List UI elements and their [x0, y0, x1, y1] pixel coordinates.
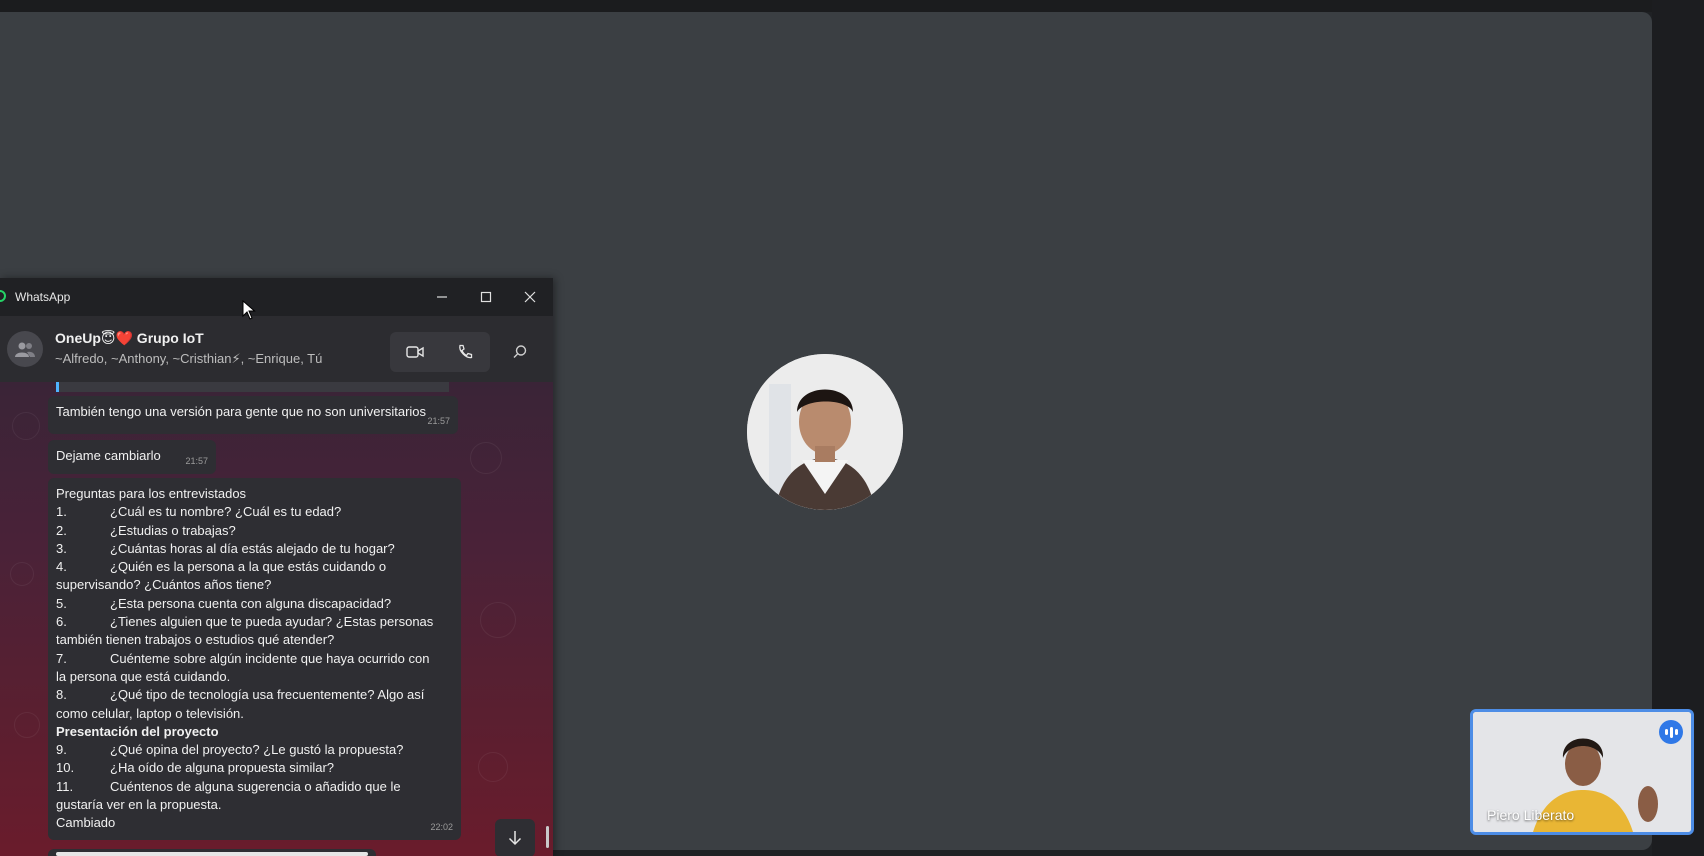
search-icon	[513, 345, 527, 358]
arrow-down-icon	[508, 831, 522, 846]
message-bubble[interactable]: Dejame cambiarlo 21:57	[48, 440, 216, 474]
search-button[interactable]	[500, 332, 540, 372]
question-item: 5. ¿Esta persona cuenta con alguna discap…	[56, 595, 392, 611]
app-title: WhatsApp	[15, 290, 71, 304]
whatsapp-titlebar[interactable]: WhatsApp	[0, 278, 553, 316]
video-call-icon	[406, 346, 424, 358]
whatsapp-logo-icon	[0, 290, 6, 302]
chat-title[interactable]: OneUp😇❤️ Grupo IoT	[55, 330, 204, 347]
quoted-message-preview	[56, 382, 449, 392]
participant-avatar[interactable]	[747, 354, 903, 510]
close-button[interactable]	[510, 284, 550, 310]
section-title: Presentación del proyecto	[56, 723, 219, 739]
question-item: 6. ¿Tienes alguien que te pueda ayudar? ¿…	[56, 614, 434, 630]
self-video-tile[interactable]: Piero Liberato	[1470, 709, 1694, 835]
voice-call-icon	[459, 344, 473, 359]
question-item: 7. Cuénteme sobre algún incidente que hay…	[56, 650, 430, 666]
chat-members[interactable]: ~Alfredo, ~Anthony, ~Cristhian⚡, ~Enriqu…	[55, 351, 322, 367]
question-item: 4. ¿Quién es la persona a la que estás cu…	[56, 559, 387, 575]
top-bar	[0, 0, 1704, 12]
message-text: También tengo una versión para gente que…	[56, 404, 427, 419]
message-heading: Preguntas para los entrevistados	[56, 486, 247, 501]
question-item-continued: gustaría ver en la propuesta.	[56, 797, 222, 813]
next-message-preview	[48, 849, 376, 856]
scroll-down-button[interactable]	[495, 819, 535, 856]
mouse-cursor-icon	[242, 300, 256, 320]
participant-photo	[747, 354, 903, 510]
call-buttons	[390, 332, 490, 372]
message-time: 21:57	[185, 455, 208, 466]
self-name-label: Piero Liberato	[1487, 807, 1575, 823]
question-item: 3. ¿Cuántas horas al día estás alejado de…	[56, 540, 395, 556]
chat-header[interactable]: OneUp😇❤️ Grupo IoT ~Alfredo, ~Anthony, ~…	[0, 316, 553, 382]
chat-messages-area[interactable]: También tengo una versión para gente que…	[0, 382, 553, 856]
maximize-button[interactable]	[466, 284, 506, 310]
message-bubble[interactable]: También tengo una versión para gente que…	[48, 396, 458, 434]
question-item-continued: la persona que está cuidando.	[56, 668, 231, 684]
message-time: 22:02	[430, 821, 453, 832]
voice-call-button[interactable]	[440, 332, 490, 372]
question-item: 1. ¿Cuál es tu nombre? ¿Cuál es tu edad?	[56, 504, 342, 520]
maximize-icon	[480, 291, 492, 303]
long-message-bubble[interactable]: Preguntas para los entrevistados 1. ¿Cuál…	[48, 478, 461, 840]
question-item-continued: supervisando? ¿Cuántos años tiene?	[56, 577, 272, 593]
question-item: 11. Cuéntenos de alguna sugerencia o añad…	[56, 778, 401, 794]
close-icon	[524, 291, 536, 303]
question-item-continued: como celular, laptop o televisión.	[56, 705, 244, 721]
question-item: 2. ¿Estudias o trabajas?	[56, 522, 236, 538]
video-call-button[interactable]	[390, 332, 440, 372]
minimize-button[interactable]	[422, 284, 462, 310]
group-avatar[interactable]	[7, 331, 43, 367]
chat-scrollbar[interactable]	[546, 826, 549, 848]
question-item-continued: también tienen trabajos o estudios qué a…	[56, 632, 335, 648]
question-item: 8. ¿Qué tipo de tecnología usa frecuentem…	[56, 687, 425, 703]
group-icon	[15, 342, 35, 357]
message-time: 21:57	[427, 415, 450, 426]
question-item: 10. ¿Ha oído de alguna propuesta similar?	[56, 760, 335, 776]
whatsapp-window[interactable]: WhatsApp OneUp😇❤️ Grupo IoT ~Alfredo, ~A…	[0, 278, 553, 856]
message-footer: Cambiado	[56, 815, 116, 831]
speaking-indicator-icon	[1659, 720, 1683, 744]
minimize-icon	[437, 296, 447, 298]
question-item: 9. ¿Qué opina del proyecto? ¿Le gustó la …	[56, 742, 404, 758]
